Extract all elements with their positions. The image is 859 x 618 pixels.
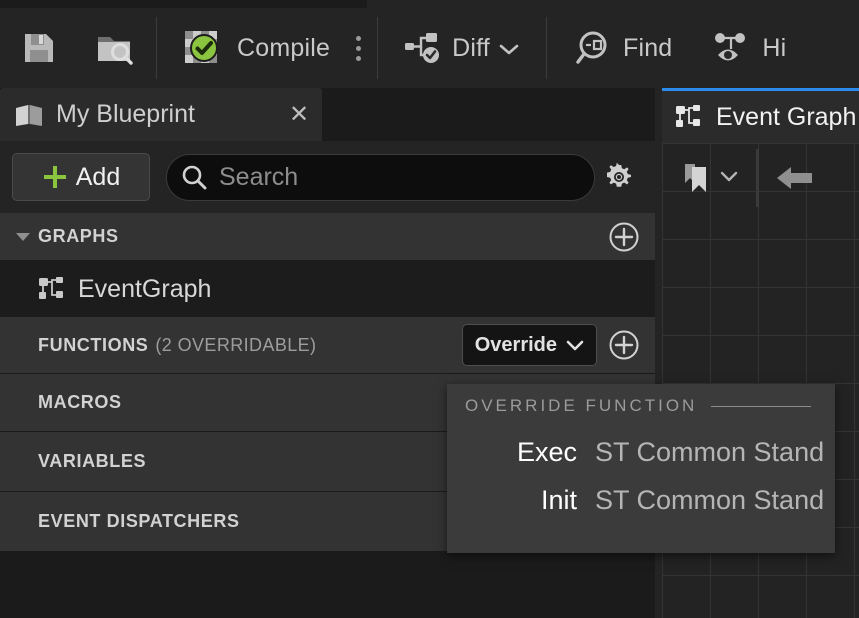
bookmark-icon bbox=[682, 161, 712, 195]
override-menu-header-label: OVERRIDE FUNCTION bbox=[465, 396, 698, 415]
compile-checker-success-icon bbox=[183, 27, 227, 69]
settings-button[interactable] bbox=[595, 162, 643, 192]
chevron-down-icon bbox=[566, 334, 584, 357]
hide-unrelated-button[interactable]: Hi bbox=[694, 15, 792, 81]
add-button[interactable]: Add bbox=[12, 153, 150, 201]
override-button-label: Override bbox=[474, 333, 557, 356]
main-toolbar: Compile Diff Find Hi bbox=[0, 8, 859, 88]
chevron-down-icon bbox=[718, 169, 740, 188]
search-box[interactable] bbox=[166, 153, 595, 201]
menu-header-divider bbox=[711, 405, 811, 407]
menu-item-name-exec: Exec bbox=[516, 436, 577, 467]
section-title-macros: MACROS bbox=[38, 392, 122, 412]
browse-folder-search-icon bbox=[96, 31, 134, 65]
blueprint-book-icon bbox=[14, 102, 44, 128]
window-top-strip-right bbox=[367, 0, 859, 8]
toolbar-group-file bbox=[0, 8, 156, 88]
override-function-menu: OVERRIDE FUNCTION Exec ST Common Stand I… bbox=[447, 384, 835, 553]
gear-icon bbox=[604, 162, 634, 192]
toolbar-group-search: Find Hi bbox=[547, 8, 792, 88]
triangle-down-icon[interactable] bbox=[12, 230, 34, 244]
toolbar-group-compile: Compile bbox=[157, 8, 377, 88]
menu-item-category-exec: ST Common Stand bbox=[595, 436, 825, 467]
section-subtitle-functions: (2 OVERRIDABLE) bbox=[155, 334, 317, 355]
find-node-icon bbox=[575, 30, 613, 66]
toolbar-group-diff: Diff bbox=[378, 8, 546, 88]
compile-label: Compile bbox=[237, 33, 331, 62]
find-label: Find bbox=[622, 33, 673, 62]
save-button[interactable] bbox=[0, 15, 74, 81]
section-title-variables: VARIABLES bbox=[38, 451, 147, 471]
close-icon[interactable]: ✕ bbox=[276, 102, 322, 127]
menu-item-name-init: Init bbox=[540, 484, 577, 515]
add-function-button[interactable] bbox=[605, 326, 643, 364]
section-title-event-dispatchers: EVENT DISPATCHERS bbox=[38, 511, 240, 531]
menu-item-exec[interactable]: Exec ST Common Stand bbox=[447, 428, 835, 476]
graph-toolbar-divider bbox=[756, 149, 759, 207]
chevron-down-icon bbox=[498, 34, 520, 63]
search-input[interactable] bbox=[219, 162, 580, 192]
my-blueprint-toolbar: Add bbox=[0, 141, 655, 213]
compile-options-button[interactable] bbox=[340, 15, 377, 81]
find-button[interactable]: Find bbox=[547, 15, 694, 81]
diff-label: Diff bbox=[452, 33, 490, 62]
vertical-dots-icon bbox=[356, 35, 362, 41]
section-header-graphs[interactable]: GRAPHS bbox=[0, 213, 655, 261]
add-button-label: Add bbox=[75, 162, 121, 191]
event-graph-icon bbox=[674, 104, 704, 130]
override-dropdown-button[interactable]: Override bbox=[461, 324, 597, 366]
list-item-label-eventgraph: EventGraph bbox=[78, 274, 212, 303]
section-title-graphs: GRAPHS bbox=[38, 226, 119, 246]
tab-event-graph[interactable]: Event Graph bbox=[662, 88, 859, 143]
save-icon bbox=[22, 31, 56, 65]
tab-title-event-graph: Event Graph bbox=[716, 102, 857, 131]
graph-toolbar bbox=[662, 143, 859, 213]
section-header-functions[interactable]: FUNCTIONS (2 OVERRIDABLE) Override bbox=[0, 317, 655, 374]
add-graph-button[interactable] bbox=[605, 218, 643, 256]
navigate-back-button[interactable] bbox=[769, 149, 821, 207]
section-title-functions: FUNCTIONS bbox=[38, 334, 149, 355]
tab-my-blueprint[interactable]: My Blueprint ✕ bbox=[0, 88, 322, 141]
my-blueprint-tab-row: My Blueprint ✕ bbox=[0, 88, 655, 141]
list-item-eventgraph[interactable]: EventGraph bbox=[0, 261, 655, 317]
tab-title-my-blueprint: My Blueprint bbox=[56, 100, 195, 128]
plus-icon bbox=[42, 164, 68, 190]
arrow-left-icon bbox=[775, 163, 815, 193]
diff-button[interactable]: Diff bbox=[378, 15, 546, 81]
browse-button[interactable] bbox=[74, 15, 156, 81]
window-top-strip-left bbox=[0, 0, 367, 8]
hide-unrelated-eye-icon bbox=[712, 31, 752, 65]
menu-item-category-init: ST Common Stand bbox=[595, 484, 825, 515]
compile-button[interactable]: Compile bbox=[157, 15, 340, 81]
override-menu-header: OVERRIDE FUNCTION bbox=[447, 384, 835, 428]
event-graph-icon bbox=[38, 276, 66, 302]
menu-item-init[interactable]: Init ST Common Stand bbox=[447, 476, 835, 524]
blueprint-editor-window: Compile Diff Find Hi My Blueprint ✕ Add … bbox=[0, 0, 859, 618]
diff-icon bbox=[404, 31, 444, 65]
bookmark-button[interactable] bbox=[676, 149, 746, 207]
search-icon bbox=[181, 164, 207, 190]
hide-unrelated-label: Hi bbox=[762, 33, 787, 62]
list-empty-area bbox=[0, 552, 655, 618]
